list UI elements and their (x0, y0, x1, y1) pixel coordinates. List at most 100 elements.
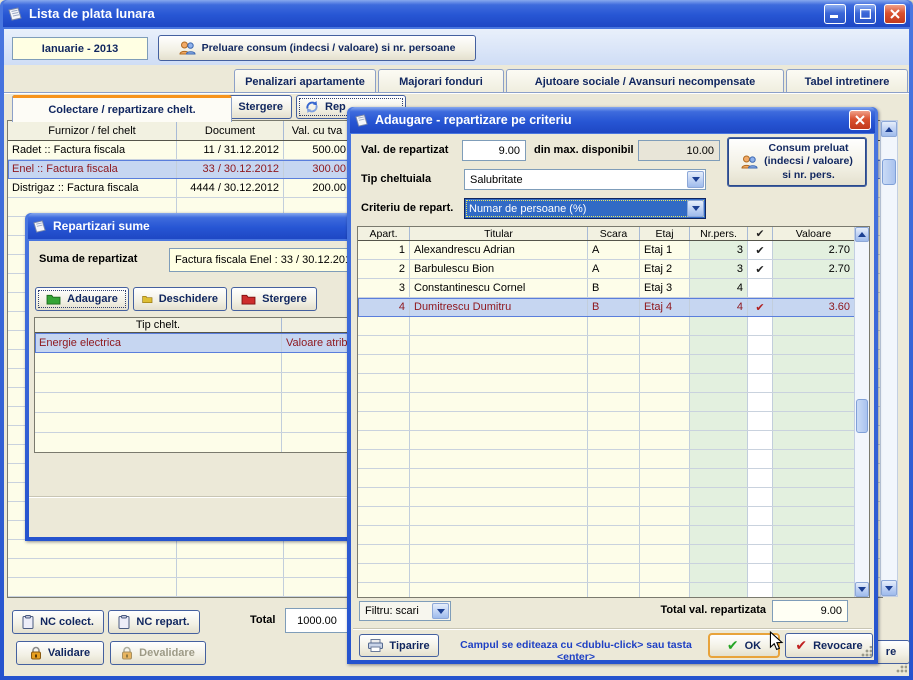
grid-cell[interactable]: 3.60 (773, 298, 855, 316)
check-red-icon: ✔ (795, 637, 807, 654)
grid-cell: 11 / 31.12.2012 (177, 141, 284, 159)
grid-cell (748, 317, 773, 335)
table-row[interactable]: 1Alexandrescu AdrianAEtaj 13✔2.70 (358, 241, 869, 260)
grid-cell: 4 (690, 279, 748, 297)
button-label: Rep (325, 101, 346, 113)
grid-cell: Distrigaz :: Factura fiscala (8, 179, 177, 197)
scroll-thumb[interactable] (882, 159, 896, 185)
criteriu-label: Criteriu de repart. (361, 202, 453, 214)
val-repartizat-input[interactable]: 9.00 (462, 140, 526, 161)
filtru-dropdown[interactable]: Filtru: scari (359, 601, 451, 621)
repart-adaugare-button[interactable]: Adaugare (35, 287, 129, 311)
check-cell[interactable]: ✔ (748, 260, 773, 278)
grid-cell (35, 393, 282, 412)
grid-cell (773, 412, 855, 430)
grid-cell (410, 526, 588, 544)
repart-deschidere-button[interactable]: Deschidere (133, 287, 227, 311)
table-row[interactable]: 2Barbulescu BionAEtaj 23✔2.70 (358, 260, 869, 279)
suma-value: Factura fiscala Enel : 33 / 30.12.2012 (175, 254, 357, 266)
scroll-up-button[interactable] (881, 121, 897, 137)
check-cell[interactable]: ✔ (748, 298, 773, 316)
note-icon (32, 220, 47, 233)
period-field[interactable]: Ianuarie - 2013 (12, 37, 148, 60)
tab-label: Majorari fonduri (399, 76, 483, 88)
nc-colect-button[interactable]: NC colect. (12, 610, 104, 634)
grid-cell: 200.00 (284, 179, 351, 197)
dialog-resize-grip[interactable] (860, 646, 872, 658)
maximize-button[interactable] (854, 4, 876, 24)
criteriu-value: Numar de persoane (%) (465, 199, 705, 218)
dialog-titlebar[interactable]: Adaugare - repartizare pe criteriu (350, 107, 875, 133)
grid-cell[interactable]: 2.70 (773, 260, 855, 278)
grid-cell (748, 488, 773, 506)
check-green-icon: ✔ (727, 637, 739, 654)
tab-ajutoare[interactable]: Ajutoare sociale / Avansuri necompensate (506, 69, 784, 93)
grid-cell: Etaj 1 (640, 241, 690, 259)
consum-preluat-button[interactable]: Consum preluat (indecsi / valoare) si nr… (727, 137, 867, 187)
chevron-down-icon[interactable] (432, 603, 449, 619)
dialog-title: Adaugare - repartizare pe criteriu (375, 113, 841, 127)
criteriu-dropdown[interactable]: Numar de persoane (%) (464, 198, 706, 219)
folder-yellow-icon (142, 293, 153, 305)
grid-cell (284, 540, 351, 558)
scroll-down-button[interactable] (881, 580, 897, 596)
tab-label: Colectare / repartizare chelt. (48, 104, 195, 116)
nc-repart-button[interactable]: NC repart. (108, 610, 200, 634)
grid-cell (410, 355, 588, 373)
dialog-grid-scrollbar[interactable] (854, 227, 869, 597)
close-button[interactable] (884, 4, 906, 24)
table-row[interactable]: 4Dumitrescu DumitruBEtaj 44✔3.60 (358, 298, 869, 317)
minimize-button[interactable] (824, 4, 846, 24)
grid-cell[interactable] (773, 279, 855, 297)
grid-cell (410, 469, 588, 487)
grid-cell (358, 393, 410, 411)
table-row (358, 564, 869, 583)
people-icon (179, 41, 196, 55)
table-row (358, 469, 869, 488)
grid-cell (588, 412, 640, 430)
grid-cell: 500.00 (284, 141, 351, 159)
tip-cheltuiala-dropdown[interactable]: Salubritate (464, 169, 706, 190)
grid-cell: Dumitrescu Dumitru (410, 298, 588, 316)
table-row (358, 317, 869, 336)
tab-majorari[interactable]: Majorari fonduri (378, 69, 504, 93)
scroll-down-button[interactable] (855, 582, 869, 597)
tab-colectare[interactable]: Colectare / repartizare chelt. (12, 95, 232, 122)
col-apart: Apart. (358, 227, 410, 240)
people-icon (741, 141, 758, 183)
grid-cell (640, 412, 690, 430)
tab-penalizari[interactable]: Penalizari apartamente (234, 69, 376, 93)
tab-tabel-intretinere[interactable]: Tabel intretinere (786, 69, 908, 93)
val-repartizat-label: Val. de repartizat (361, 144, 448, 156)
preluare-label: Preluare consum (indecsi / valoare) si n… (202, 42, 456, 54)
col-valoare: Valoare (773, 227, 855, 240)
main-grid-scrollbar[interactable] (880, 120, 898, 597)
grid-cell (284, 559, 351, 577)
scroll-up-button[interactable] (855, 227, 869, 242)
grid-cell[interactable]: 2.70 (773, 241, 855, 259)
grid-cell (690, 583, 748, 598)
button-label: Devalidare (139, 647, 195, 659)
grid-cell (410, 507, 588, 525)
validare-button[interactable]: Validare (16, 641, 104, 665)
note-icon (354, 114, 369, 127)
table-row[interactable]: 3Constantinescu CornelBEtaj 34 (358, 279, 869, 298)
check-cell[interactable]: ✔ (748, 241, 773, 259)
scroll-thumb[interactable] (856, 399, 868, 433)
grid-cell (588, 317, 640, 335)
chevron-down-icon[interactable] (687, 171, 704, 188)
check-cell[interactable] (748, 279, 773, 297)
repart-stergere-button[interactable]: Stergere (231, 287, 317, 311)
dialog-close-button[interactable] (849, 110, 871, 130)
table-row (358, 336, 869, 355)
grid-cell: Energie electrica (35, 333, 282, 352)
table-row (358, 545, 869, 564)
preluare-consum-button[interactable]: Preluare consum (indecsi / valoare) si n… (158, 35, 476, 61)
grid-cell (358, 526, 410, 544)
grid-cell (410, 545, 588, 563)
folder-red-icon (241, 293, 256, 305)
chevron-down-icon[interactable] (687, 200, 704, 217)
main-title: Lista de plata lunara (29, 6, 816, 21)
tiparire-button[interactable]: Tiparire (359, 634, 439, 657)
grid-cell (588, 336, 640, 354)
